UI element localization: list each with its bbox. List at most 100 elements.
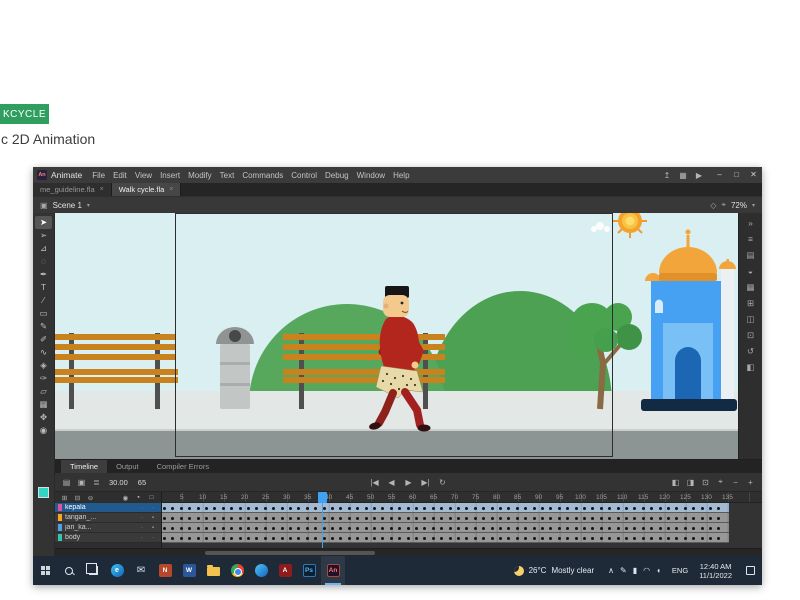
test-movie-icon[interactable]: ▶ [691, 171, 707, 180]
stage-canvas[interactable] [55, 213, 738, 459]
layer-visibility-dot[interactable]: · [138, 535, 146, 541]
menu-help[interactable]: Help [389, 171, 413, 180]
menu-window[interactable]: Window [353, 171, 389, 180]
line-tool[interactable]: ∕ [35, 294, 52, 307]
workspace-layout-icon[interactable]: ▦ [675, 171, 691, 180]
text-tool[interactable]: T [35, 281, 52, 294]
layer-row[interactable]: tangan_...·▪ [55, 513, 161, 523]
frames-area[interactable]: 5101520253035404550556065707580859095100… [162, 492, 762, 548]
scene-breadcrumb[interactable]: Scene 1 [53, 201, 82, 210]
layer-options-icon[interactable]: ▤ [61, 478, 72, 487]
fill-color-swatch[interactable] [38, 487, 49, 498]
menu-commands[interactable]: Commands [238, 171, 287, 180]
collapse-panels-icon[interactable]: » [742, 216, 760, 230]
brush-tool[interactable]: ✐ [35, 333, 52, 346]
document-tab[interactable]: me_guideline.fla× [33, 183, 112, 196]
share-icon[interactable]: ↥ [659, 171, 675, 180]
tray-volume-icon[interactable]: ◖ [656, 566, 661, 575]
paint-bucket-tool[interactable]: ◈ [35, 359, 52, 372]
center-stage-icon[interactable]: ⌖ [721, 200, 726, 210]
delete-layer-button[interactable]: ⊖ [86, 494, 95, 502]
taskbar-app-mail[interactable]: ✉ [129, 556, 153, 585]
lock-all-layers-icon[interactable]: ▪ [134, 494, 143, 501]
timeline-tab-output[interactable]: Output [107, 460, 148, 473]
eyedropper-tool[interactable]: ✑ [35, 372, 52, 385]
history-panel-icon[interactable]: ↺ [742, 344, 760, 358]
layer-frames-row[interactable] [162, 503, 729, 513]
taskbar-app-word[interactable]: W [177, 556, 201, 585]
transform-panel-icon[interactable]: ⊡ [742, 328, 760, 342]
properties-panel-icon[interactable]: ≡ [742, 232, 760, 246]
color-panel-icon[interactable]: ◒ [742, 264, 760, 278]
taskbar-app-acrobat[interactable]: A [273, 556, 297, 585]
timeline-ruler[interactable]: 5101520253035404550556065707580859095100… [162, 492, 762, 503]
taskbar-app-chrome[interactable] [225, 556, 249, 585]
taskbar-app-photoshop[interactable]: Ps [297, 556, 321, 585]
taskbar-app-animate[interactable]: An [321, 556, 345, 585]
scene-dropdown-caret[interactable]: ▾ [87, 202, 90, 209]
new-layer-button[interactable]: ⊞ [60, 494, 69, 502]
timeline-tab-compiler-errors[interactable]: Compiler Errors [148, 460, 219, 473]
layer-lock-icon[interactable]: · [149, 535, 157, 541]
layer-visibility-dot[interactable]: · [138, 505, 146, 511]
components-panel-icon[interactable]: ◧ [742, 360, 760, 374]
weather-widget[interactable]: 26°C Mostly clear [506, 556, 603, 585]
layer-lock-icon[interactable]: ▪ [149, 515, 157, 521]
selection-tool[interactable]: ➤ [35, 216, 52, 229]
frame-rate-value[interactable]: 30.00 [106, 478, 131, 487]
start-button[interactable] [33, 556, 57, 585]
pencil-tool[interactable]: ✎ [35, 320, 52, 333]
layer-lock-icon[interactable]: · [149, 505, 157, 511]
notification-center-button[interactable] [738, 556, 762, 585]
taskbar-app-file-explorer[interactable] [201, 556, 225, 585]
tray-pen-icon[interactable]: ✎ [620, 566, 627, 575]
zoom-tool[interactable]: ◉ [35, 424, 52, 437]
layer-row[interactable]: jari_ka...·▪ [55, 523, 161, 533]
loop-button[interactable]: ↻ [437, 478, 448, 487]
step-back-button[interactable]: ◀ [386, 478, 397, 487]
library-panel-icon[interactable]: ▤ [742, 248, 760, 262]
subselection-tool[interactable]: ➢ [35, 229, 52, 242]
edit-symbols-icon[interactable]: ◇ [710, 201, 716, 210]
timeline-scrollbar-thumb[interactable] [205, 551, 375, 555]
menu-view[interactable]: View [131, 171, 156, 180]
show-hide-all-layers-icon[interactable]: ◉ [121, 494, 130, 502]
minimize-button[interactable]: – [711, 167, 728, 183]
center-playhead-button[interactable]: ⌖ [715, 477, 726, 487]
info-panel-icon[interactable]: ◫ [742, 312, 760, 326]
document-tab[interactable]: Walk cycle.fla× [112, 183, 182, 196]
tab-close-icon[interactable]: × [169, 186, 173, 193]
layer-frames-row[interactable] [162, 533, 729, 543]
layer-row[interactable]: body·· [55, 533, 161, 543]
timeline-scrollbar[interactable] [55, 548, 762, 556]
zoom-level-select[interactable]: 72% [731, 201, 747, 210]
close-button[interactable]: ✕ [745, 167, 762, 183]
lasso-tool[interactable]: ◌ [35, 255, 52, 268]
rectangle-tool[interactable]: ▭ [35, 307, 52, 320]
titlebar[interactable]: An Animate FileEditViewInsertModifyTextC… [33, 167, 762, 183]
hand-tool[interactable]: ✥ [35, 411, 52, 424]
restore-button[interactable]: □ [728, 167, 745, 183]
search-button[interactable] [57, 556, 81, 585]
outline-all-layers-icon[interactable]: □ [147, 494, 156, 501]
menu-file[interactable]: File [88, 171, 109, 180]
tray-network-icon[interactable]: ◠ [643, 566, 650, 575]
menu-text[interactable]: Text [216, 171, 239, 180]
play-button[interactable]: ▶ [403, 478, 414, 487]
timeline-zoom-out-icon[interactable]: − [730, 478, 741, 487]
layer-frames-row[interactable] [162, 513, 729, 523]
timeline-zoom-in-icon[interactable]: + [745, 478, 756, 487]
onion-skin-outlines-button[interactable]: ◨ [685, 478, 696, 487]
advanced-layers-icon[interactable]: ≣ [91, 478, 102, 487]
layer-visibility-dot[interactable]: · [138, 515, 146, 521]
free-transform-tool[interactable]: ⊿ [35, 242, 52, 255]
taskbar-app-browser[interactable] [249, 556, 273, 585]
tab-close-icon[interactable]: × [100, 186, 104, 193]
language-indicator[interactable]: ENG [667, 556, 693, 585]
eraser-tool[interactable]: ▱ [35, 385, 52, 398]
taskbar-app-onenote[interactable]: N [153, 556, 177, 585]
align-panel-icon[interactable]: ⊞ [742, 296, 760, 310]
zoom-dropdown-caret[interactable]: ▾ [752, 202, 755, 209]
tray-chevron-up-icon[interactable]: ∧ [608, 566, 614, 575]
bone-tool[interactable]: ∿ [35, 346, 52, 359]
